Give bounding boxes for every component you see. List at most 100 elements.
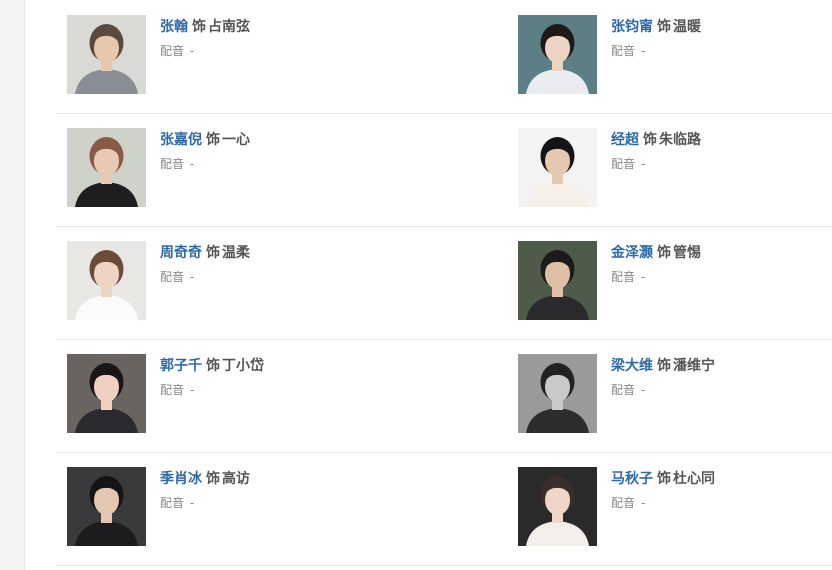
role-name: 潘维宁 — [673, 358, 715, 374]
cast-title-line: 张嘉倪饰一心 — [160, 129, 440, 151]
cast-item: 季肖冰饰高访 配音 - — [67, 467, 447, 547]
cast-row: 郭子千饰丁小岱 配音 - 梁大维饰潘维宁 配音 - — [56, 339, 832, 453]
cast-row: 周奇奇饰温柔 配音 - 金泽灏饰管惕 配音 - — [56, 226, 832, 340]
cast-title-line: 梁大维饰潘维宁 — [611, 355, 832, 377]
actor-photo[interactable] — [518, 467, 597, 546]
voice-line: 配音 - — [160, 42, 440, 60]
actor-photo[interactable] — [67, 128, 146, 207]
actor-photo[interactable] — [518, 241, 597, 320]
voice-label: 配音 — [160, 270, 185, 284]
cast-item: 梁大维饰潘维宁 配音 - — [518, 354, 832, 434]
cast-info: 金泽灏饰管惕 配音 - — [611, 241, 832, 286]
portrait-image — [518, 241, 597, 320]
portrait-image — [518, 128, 597, 207]
actor-photo[interactable] — [67, 241, 146, 320]
cast-row: 张嘉倪饰一心 配音 - 经超饰朱临路 配音 - — [56, 113, 832, 227]
cast-info: 张翰饰占南弦 配音 - — [160, 15, 440, 60]
actor-name-link[interactable]: 郭子千 — [160, 358, 202, 374]
cast-title-line: 马秋子饰杜心同 — [611, 468, 832, 490]
role-name: 一心 — [222, 132, 250, 148]
cast-item: 张翰饰占南弦 配音 - — [67, 15, 447, 95]
voice-label: 配音 — [611, 496, 636, 510]
left-gutter — [0, 0, 25, 570]
role-separator: 饰 — [206, 471, 220, 487]
voice-value: - — [641, 44, 646, 58]
voice-label: 配音 — [611, 383, 636, 397]
cast-info: 经超饰朱临路 配音 - — [611, 128, 832, 173]
role-separator: 饰 — [206, 132, 220, 148]
cast-list: 张翰饰占南弦 配音 - 张钧甯饰温暖 配音 - 张嘉倪 饰 一心 配音 - 经超… — [56, 0, 832, 570]
voice-value: - — [641, 270, 646, 284]
voice-label: 配音 — [160, 44, 185, 58]
cast-title-line: 经超饰朱临路 — [611, 129, 832, 151]
cast-item: 张钧甯饰温暖 配音 - — [518, 15, 832, 95]
actor-photo[interactable] — [67, 467, 146, 546]
cast-title-line: 季肖冰饰高访 — [160, 468, 440, 490]
role-separator: 饰 — [657, 358, 671, 374]
voice-line: 配音 - — [160, 268, 440, 286]
actor-name-link[interactable]: 梁大维 — [611, 358, 653, 374]
cast-item: 周奇奇饰温柔 配音 - — [67, 241, 447, 321]
voice-line: 配音 - — [611, 494, 832, 512]
voice-value: - — [190, 270, 195, 284]
voice-line: 配音 - — [611, 381, 832, 399]
cast-info: 马秋子饰杜心同 配音 - — [611, 467, 832, 512]
actor-photo[interactable] — [518, 354, 597, 433]
role-name: 温柔 — [222, 245, 250, 261]
role-separator: 饰 — [657, 245, 671, 261]
actor-name-link[interactable]: 张嘉倪 — [160, 132, 202, 148]
actor-name-link[interactable]: 马秋子 — [611, 471, 653, 487]
role-separator: 饰 — [643, 132, 657, 148]
cast-row: 季肖冰饰高访 配音 - 马秋子饰杜心同 配音 - — [56, 452, 832, 566]
voice-value: - — [641, 496, 646, 510]
actor-photo[interactable] — [518, 15, 597, 94]
role-name: 朱临路 — [659, 132, 701, 148]
cast-info: 郭子千饰丁小岱 配音 - — [160, 354, 440, 399]
actor-name-link[interactable]: 张钧甯 — [611, 19, 653, 35]
role-name: 杜心同 — [673, 471, 715, 487]
voice-value: - — [190, 496, 195, 510]
voice-line: 配音 - — [611, 155, 832, 173]
cast-title-line: 郭子千饰丁小岱 — [160, 355, 440, 377]
actor-name-link[interactable]: 季肖冰 — [160, 471, 202, 487]
role-name: 温暖 — [673, 19, 701, 35]
cast-info: 周奇奇饰温柔 配音 - — [160, 241, 440, 286]
role-name: 高访 — [222, 471, 250, 487]
cast-row: 张翰饰占南弦 配音 - 张钧甯饰温暖 配音 - — [56, 0, 832, 114]
voice-line: 配音 - — [160, 155, 440, 173]
actor-photo[interactable] — [518, 128, 597, 207]
voice-label: 配音 — [611, 157, 636, 171]
cast-title-line: 张翰饰占南弦 — [160, 16, 440, 38]
role-name: 占南弦 — [208, 19, 250, 35]
cast-title-line: 金泽灏饰管惕 — [611, 242, 832, 264]
voice-value: - — [641, 383, 646, 397]
cast-item: 经超饰朱临路 配音 - — [518, 128, 832, 208]
voice-label: 配音 — [160, 383, 185, 397]
actor-name-link[interactable]: 金泽灏 — [611, 245, 653, 261]
cast-title-line: 张钧甯饰温暖 — [611, 16, 832, 38]
actor-photo[interactable] — [67, 354, 146, 433]
voice-label: 配音 — [160, 157, 185, 171]
portrait-image — [67, 467, 146, 546]
voice-value: - — [190, 383, 195, 397]
actor-name-link[interactable]: 经超 — [611, 132, 639, 148]
cast-item: 郭子千饰丁小岱 配音 - — [67, 354, 447, 434]
cast-info: 季肖冰饰高访 配音 - — [160, 467, 440, 512]
actor-name-link[interactable]: 周奇奇 — [160, 245, 202, 261]
role-separator: 饰 — [657, 19, 671, 35]
voice-value: - — [190, 157, 195, 171]
role-name: 丁小岱 — [222, 358, 264, 374]
voice-value: - — [190, 44, 195, 58]
cast-info: 张钧甯饰温暖 配音 - — [611, 15, 832, 60]
portrait-image — [67, 354, 146, 433]
cast-item: 马秋子饰杜心同 配音 - — [518, 467, 832, 547]
voice-line: 配音 - — [160, 381, 440, 399]
role-separator: 饰 — [206, 358, 220, 374]
voice-label: 配音 — [611, 44, 636, 58]
actor-photo[interactable] — [67, 15, 146, 94]
role-separator: 饰 — [657, 471, 671, 487]
portrait-image — [518, 15, 597, 94]
voice-line: 配音 - — [611, 42, 832, 60]
actor-name-link[interactable]: 张翰 — [160, 19, 188, 35]
portrait-image — [518, 354, 597, 433]
